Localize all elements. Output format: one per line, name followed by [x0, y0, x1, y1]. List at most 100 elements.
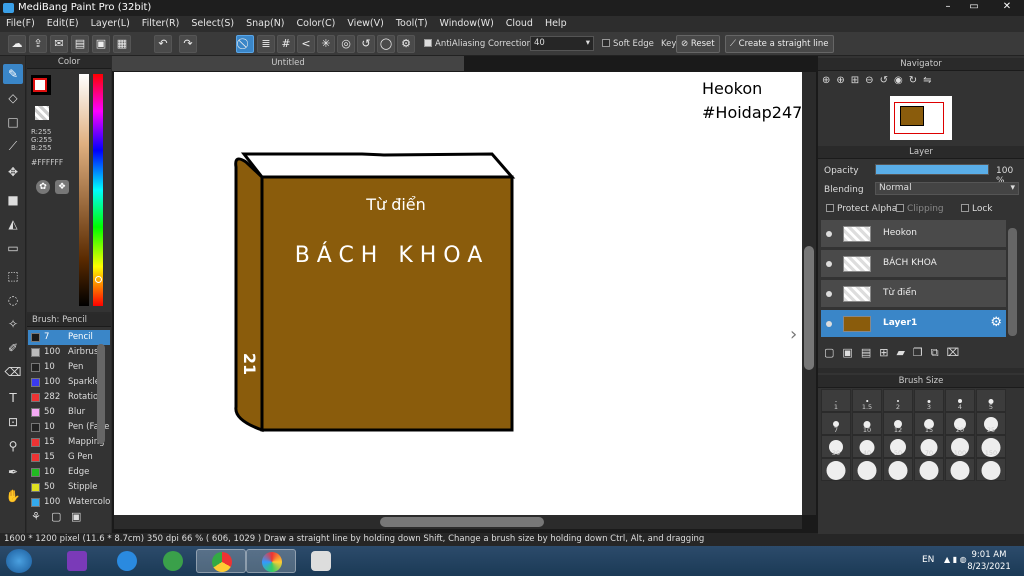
ellipse-snap-icon[interactable]: ◯	[377, 35, 395, 53]
menu-cloud[interactable]: Cloud	[500, 16, 539, 29]
navigator-preview[interactable]	[890, 96, 952, 140]
select-pen-tool-icon[interactable]: ✐	[3, 338, 23, 358]
menu-edit[interactable]: Edit(E)	[41, 16, 85, 29]
new-brush-icon[interactable]: ▢	[51, 510, 67, 526]
fill-rect-tool-icon[interactable]: ■	[3, 190, 23, 210]
add-brush-icon[interactable]: ⚘	[31, 510, 47, 526]
hand-tool-icon[interactable]: ✋	[3, 486, 23, 506]
navigator-viewport[interactable]	[894, 102, 944, 134]
brush-size-cell[interactable]: 20	[945, 412, 975, 435]
brush-size-cell[interactable]: 40	[852, 435, 882, 458]
clipping-checkbox[interactable]: Clipping	[896, 204, 944, 214]
canvas[interactable]: Từ điển BÁCH KHOA 21 Heokon #Hoidap247 ›	[114, 72, 802, 515]
brush-size-cell[interactable]: 7	[821, 412, 851, 435]
duplicate-layer-icon[interactable]: ❐	[913, 346, 931, 359]
new-file-icon[interactable]: ▤	[71, 35, 89, 53]
reset-button[interactable]: ⊘ Reset	[676, 35, 720, 53]
dot-tool-icon[interactable]: □	[3, 112, 23, 132]
fit-icon[interactable]: ⊞	[851, 75, 865, 86]
eyedropper-tool-icon[interactable]: ⚲	[3, 436, 23, 456]
protect-alpha-checkbox[interactable]: Protect Alpha	[826, 204, 897, 214]
add-layer-menu-icon[interactable]: ⊞	[879, 346, 896, 359]
taskbar-medibang[interactable]	[246, 549, 296, 573]
gear-icon[interactable]: ⚙	[990, 315, 1002, 330]
radial-snap-icon[interactable]: ✳	[317, 35, 335, 53]
pen-tool-icon[interactable]: ✒	[3, 462, 23, 482]
brush-size-cell[interactable]: 12	[883, 412, 913, 435]
close-button[interactable]: ✕	[992, 0, 1022, 14]
language-indicator[interactable]: EN	[922, 555, 934, 565]
brush-size-cell[interactable]	[821, 458, 851, 481]
tray-icons[interactable]: ▲ ▮ ◍	[944, 555, 967, 564]
layer-row[interactable]: BÁCH KHOA	[821, 250, 1006, 278]
brush-size-cell[interactable]: 1.5	[852, 389, 882, 412]
lasso-tool-icon[interactable]: ◌	[3, 290, 23, 310]
brush-item[interactable]: 100 Watercolor	[28, 495, 110, 510]
taskbar-chrome[interactable]	[196, 549, 246, 573]
new-halftone-layer-icon[interactable]: ▣	[842, 346, 860, 359]
layer-row[interactable]: Từ điển	[821, 280, 1006, 308]
flip-icon[interactable]: ⇋	[923, 75, 937, 86]
brush-size-cell[interactable]: 150	[976, 435, 1006, 458]
brush-size-cell[interactable]: 1	[821, 389, 851, 412]
brush-item[interactable]: 50 Stipple	[28, 480, 110, 495]
rotate-reset-icon[interactable]: ◉	[894, 75, 909, 86]
vanish-snap-icon[interactable]: <	[297, 35, 315, 53]
visibility-icon[interactable]	[826, 261, 832, 267]
brush-size-cell[interactable]: 50	[883, 435, 913, 458]
visibility-icon[interactable]	[826, 231, 832, 237]
brush-item[interactable]: 10 Edge	[28, 465, 110, 480]
brush-size-cell[interactable]: 2	[883, 389, 913, 412]
redo-icon[interactable]: ↷	[179, 35, 197, 53]
menu-select[interactable]: Select(S)	[185, 16, 240, 29]
brush-size-cell[interactable]	[914, 458, 944, 481]
menu-filter[interactable]: Filter(R)	[136, 16, 186, 29]
maximize-button[interactable]: ▭	[962, 0, 986, 14]
brush-size-cell[interactable]: 15	[914, 412, 944, 435]
undo-icon[interactable]: ↶	[154, 35, 172, 53]
straight-line-button[interactable]: ⟋ Create a straight line	[725, 35, 834, 53]
taskbar-paint[interactable]	[296, 549, 346, 573]
rotate-left-icon[interactable]: ↺	[880, 75, 894, 86]
foreground-color-swatch[interactable]	[33, 78, 47, 92]
chevron-right-icon[interactable]: ›	[790, 324, 797, 345]
brush-item[interactable]: 15 G Pen	[28, 450, 110, 465]
brush-tool-icon[interactable]: ✎	[3, 64, 23, 84]
lock-checkbox[interactable]: Lock	[961, 204, 993, 214]
opacity-slider[interactable]	[875, 164, 989, 175]
brush-size-cell[interactable]: 5	[976, 389, 1006, 412]
minimize-button[interactable]: –	[936, 0, 960, 14]
brush-size-cell[interactable]: 10	[852, 412, 882, 435]
brush-size-cell[interactable]: 30	[821, 435, 851, 458]
soft-edge-checkbox[interactable]: Soft Edge	[602, 39, 654, 49]
brush-size-cell[interactable]: 4	[945, 389, 975, 412]
magic-wand-tool-icon[interactable]: ✧	[3, 314, 23, 334]
document-tab[interactable]: Untitled	[112, 56, 464, 71]
correction-dropdown[interactable]: 40 ▾	[530, 36, 594, 51]
brush-size-cell[interactable]	[976, 458, 1006, 481]
divide-tool-icon[interactable]: ⊡	[3, 412, 23, 432]
brush-size-cell[interactable]	[945, 458, 975, 481]
transparent-color-swatch[interactable]	[35, 106, 49, 120]
layer-row-selected[interactable]: Layer1 ⚙	[821, 310, 1006, 338]
eraser-tool-icon[interactable]: ◇	[3, 88, 23, 108]
taskbar-internet-explorer[interactable]	[102, 549, 152, 573]
new-layer-icon[interactable]: ▢	[824, 346, 842, 359]
visibility-icon[interactable]	[826, 291, 832, 297]
brush-size-cell[interactable]: 3	[914, 389, 944, 412]
brush-list-scrollbar[interactable]	[97, 344, 105, 444]
circle-snap-icon[interactable]: ◎	[337, 35, 355, 53]
visibility-icon[interactable]	[826, 321, 832, 327]
taskbar-visual-studio[interactable]	[52, 549, 102, 573]
start-button[interactable]	[6, 549, 32, 573]
curve-snap-icon[interactable]: ↺	[357, 35, 375, 53]
value-slider[interactable]	[79, 74, 89, 306]
menu-help[interactable]: Help	[539, 16, 573, 29]
save-icon[interactable]: ▣	[92, 35, 110, 53]
select-eraser-tool-icon[interactable]: ⌫	[3, 362, 23, 382]
folder-icon[interactable]: ▰	[896, 346, 912, 359]
hue-slider[interactable]	[93, 74, 103, 306]
palette-icon[interactable]: ✿	[36, 180, 50, 194]
parallel-snap-icon[interactable]: ≣	[257, 35, 275, 53]
layer-row[interactable]: Heokon	[821, 220, 1006, 248]
